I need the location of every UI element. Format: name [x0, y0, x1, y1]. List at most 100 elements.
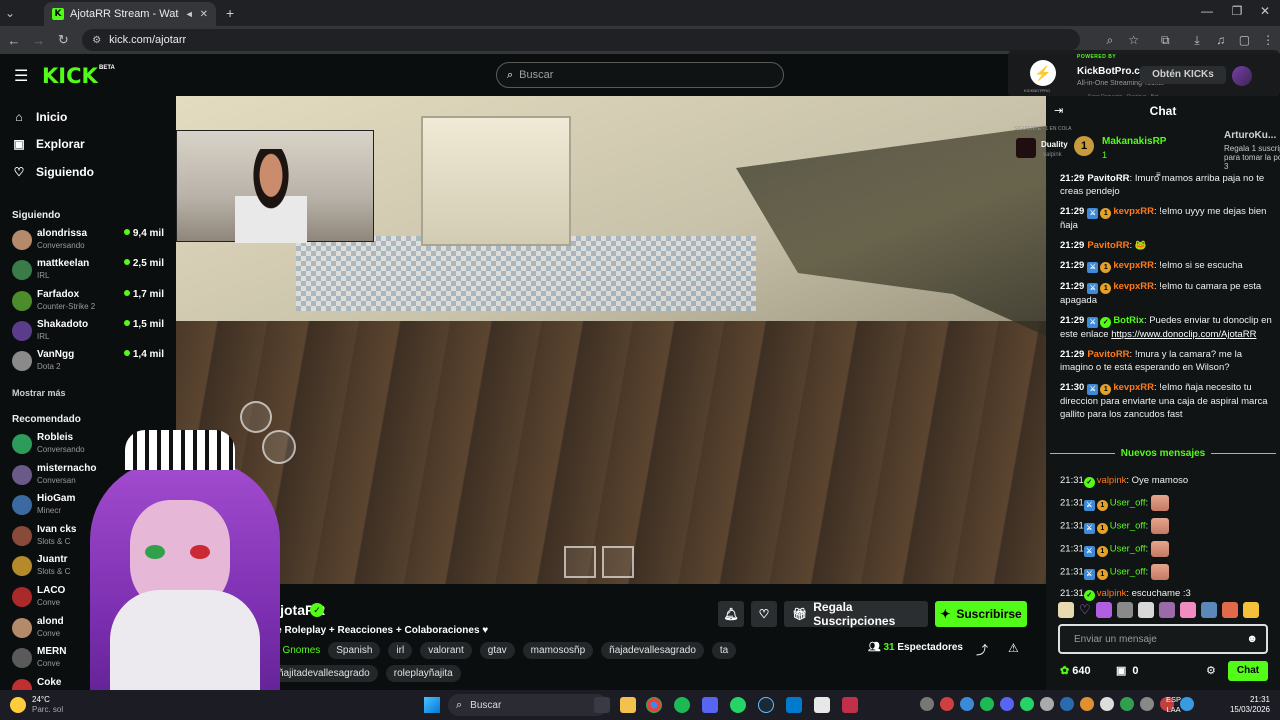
stream-tag[interactable]: roleplayñajita [385, 665, 461, 682]
show-more-link[interactable]: Mostrar más [12, 388, 66, 398]
message-link[interactable]: https://www.donoclip.com/AjotaRR [1111, 329, 1256, 340]
notepad-icon[interactable] [814, 697, 830, 713]
hamburger-menu-icon[interactable]: ☰ [14, 66, 28, 86]
windows-start-icon[interactable] [424, 697, 440, 713]
follow-button[interactable]: ♡ [751, 601, 777, 627]
recommended-channel[interactable]: LACO Conve [12, 585, 168, 613]
stream-tag[interactable]: in' Gnomes [270, 642, 320, 659]
gift-subs-button[interactable]: 🎁︎ Regala Suscripciones [784, 600, 928, 628]
steam-icon[interactable] [758, 697, 774, 713]
tray-icon[interactable] [1020, 697, 1034, 711]
message-username[interactable]: User_off [1110, 521, 1146, 532]
emote-icon[interactable] [1200, 602, 1217, 618]
url-field[interactable]: ⚙ kick.com/ajotarr [82, 29, 1081, 51]
bookmark-star-icon[interactable]: ☆ [1122, 33, 1146, 47]
message-username[interactable]: User_off [1110, 567, 1146, 578]
nav-home[interactable]: ⌂ Inicio [12, 110, 67, 124]
tray-icon[interactable] [960, 697, 974, 711]
recommended-channel[interactable]: Juantr Slots & C [12, 554, 168, 582]
stream-tag[interactable]: gtav [479, 642, 515, 659]
tab-close-icon[interactable]: ✕ [200, 9, 208, 20]
back-icon[interactable]: ← [3, 33, 25, 48]
weather-sun-icon[interactable] [10, 697, 26, 713]
emote-icon[interactable] [1179, 602, 1196, 618]
message-username[interactable]: User_off [1110, 544, 1146, 555]
task-view-icon[interactable] [594, 697, 610, 713]
share-icon[interactable]: ⤴ [976, 641, 988, 658]
chrome-icon[interactable] [646, 697, 662, 713]
emote-icon[interactable] [1095, 602, 1112, 618]
sidebar-toggle-icon[interactable]: ▢ [1233, 33, 1257, 47]
input-language[interactable]: ESP LAA [1166, 695, 1181, 715]
download-icon[interactable]: ⤓ [1185, 33, 1209, 48]
get-kicks-button[interactable]: Obtén KICKs [1140, 66, 1226, 84]
chat-send-button[interactable]: Chat [1228, 661, 1268, 681]
user-avatar[interactable] [1232, 66, 1252, 86]
whatsapp-icon[interactable] [730, 697, 746, 713]
spotify-icon[interactable] [674, 697, 690, 713]
emote-icon[interactable] [1137, 602, 1154, 618]
new-messages-divider[interactable]: Nuevos mensajes [1050, 448, 1276, 467]
message-username[interactable]: valpink [1097, 588, 1127, 599]
emote-icon[interactable] [1058, 602, 1074, 618]
kick-logo[interactable]: KICK [42, 64, 98, 88]
forward-icon[interactable]: → [28, 33, 50, 48]
recommended-channel[interactable]: misternacho Conversan [12, 463, 168, 491]
message-username[interactable]: kevpxRR [1113, 206, 1154, 217]
browser-tab[interactable]: K AjotaRR Stream - Watch Li ◄ ✕ [44, 2, 216, 26]
minimize-icon[interactable]: — [1192, 4, 1222, 18]
stream-tag[interactable]: mamososñp [522, 642, 594, 659]
search-input[interactable]: ⌕ Buscar [496, 62, 784, 88]
menu-icon[interactable]: ⋮ [1256, 33, 1280, 47]
collapse-chat-icon[interactable]: ⇥ [1054, 104, 1063, 117]
maximize-icon[interactable]: ❐ [1222, 4, 1252, 18]
emote-icon[interactable] [1158, 602, 1175, 618]
nav-explore[interactable]: ▣ Explorar [12, 137, 84, 151]
following-channel[interactable]: VanNgg Dota 2 1,4 mil [12, 349, 168, 377]
channel-points[interactable]: ✿ 640 [1060, 664, 1091, 677]
following-channel[interactable]: Farfadox Counter-Strike 2 1,7 mil [12, 289, 168, 317]
tray-icon[interactable] [920, 697, 934, 711]
emoji-picker-icon[interactable]: ☻ [1246, 633, 1258, 645]
vscode-icon[interactable] [786, 697, 802, 713]
recommended-channel[interactable]: HioGam Minecr [12, 493, 168, 521]
taskbar-search[interactable]: ⌕ Buscar [448, 694, 608, 716]
window-close-icon[interactable]: ✕ [1250, 4, 1280, 18]
app-icon[interactable] [842, 697, 858, 713]
emote-icon[interactable] [1221, 602, 1238, 618]
message-username[interactable]: kevpxRR [1113, 281, 1154, 292]
stream-tag[interactable]: Spanish [328, 642, 381, 659]
taskbar-clock[interactable]: 21:31 15/03/2026 [1222, 695, 1270, 715]
subscribe-button[interactable]: ✦ Suscribirse [935, 601, 1027, 627]
nav-following[interactable]: ♡ Siguiendo [12, 165, 94, 179]
tray-icon[interactable] [980, 697, 994, 711]
following-channel[interactable]: Shakadoto IRL 1,5 mil [12, 319, 168, 347]
recommended-channel[interactable]: Ivan cks Slots & C [12, 524, 168, 552]
message-username[interactable]: kevpxRR [1113, 382, 1154, 393]
message-username[interactable]: PavitoRR [1087, 240, 1129, 251]
message-username[interactable]: User_off [1110, 498, 1146, 509]
weather-widget[interactable]: 24°C Parc. sol [32, 695, 63, 715]
message-username[interactable]: PavitoRR [1087, 349, 1129, 360]
notifications-button[interactable]: 🔔︎ [718, 601, 744, 627]
message-username[interactable]: BotRix [1113, 315, 1144, 326]
reload-icon[interactable]: ↻ [52, 32, 74, 48]
discord-icon[interactable] [702, 697, 718, 713]
tray-icon[interactable] [1060, 697, 1074, 711]
queue-top-name[interactable]: MakanakisRP [1102, 136, 1166, 147]
file-explorer-icon[interactable] [620, 697, 636, 713]
chat-settings-icon[interactable]: ⚙ [1206, 664, 1216, 677]
tray-icon[interactable] [1000, 697, 1014, 711]
zoom-icon[interactable]: ⌕ [1098, 33, 1122, 48]
message-username[interactable]: PavitoRR [1087, 173, 1129, 184]
following-channel[interactable]: alondrissa Conversando 9,4 mil [12, 228, 168, 256]
queue-second-name[interactable]: ArturoKu... [1224, 130, 1276, 141]
tab-list-icon[interactable]: ⌄ [0, 6, 20, 20]
stream-tag[interactable]: ta [711, 642, 737, 659]
stream-tag[interactable]: ñajadevallesagrado [601, 642, 704, 659]
tray-icon[interactable] [1180, 697, 1194, 711]
tab-audio-icon[interactable]: ◄ [185, 9, 194, 19]
stream-tag[interactable]: valorant [420, 642, 472, 659]
tray-icon[interactable] [1100, 697, 1114, 711]
tray-icon[interactable] [1140, 697, 1154, 711]
